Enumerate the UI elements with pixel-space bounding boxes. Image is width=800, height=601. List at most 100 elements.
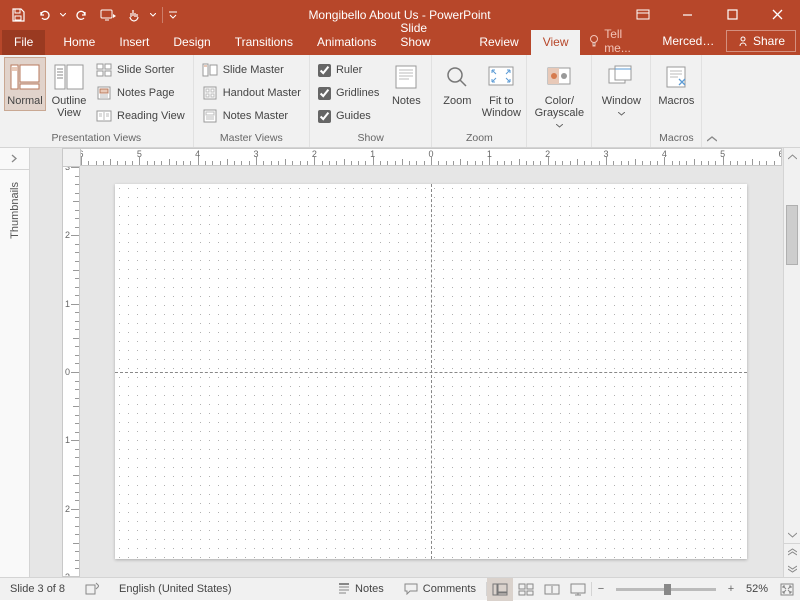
group-label-window bbox=[596, 130, 646, 147]
ribbon-display-icon[interactable] bbox=[620, 0, 665, 29]
slide-master-button[interactable]: Slide Master bbox=[198, 59, 305, 81]
zoom-in-button[interactable]: + bbox=[722, 583, 740, 595]
group-zoom: Zoom Fit to Window Zoom bbox=[432, 55, 527, 147]
share-button[interactable]: Share bbox=[726, 30, 796, 52]
notes-button[interactable]: Notes bbox=[385, 57, 427, 111]
notes-page-label: Notes Page bbox=[117, 87, 174, 99]
tab-file[interactable]: File bbox=[2, 30, 45, 55]
fit-to-window-button[interactable]: Fit to Window bbox=[480, 57, 522, 123]
gridlines-checkbox[interactable]: Gridlines bbox=[314, 82, 383, 104]
language-indicator[interactable]: English (United States) bbox=[109, 583, 242, 595]
tab-transitions[interactable]: Transitions bbox=[223, 30, 305, 55]
gridlines-checkbox-input[interactable] bbox=[318, 87, 331, 100]
group-label-presentation-views: Presentation Views bbox=[4, 130, 189, 147]
ribbon: Normal Outline View Slide Sorter Notes P… bbox=[0, 55, 800, 148]
touch-mode-icon[interactable] bbox=[122, 3, 146, 27]
group-show: Ruler Gridlines Guides Notes Show bbox=[310, 55, 432, 147]
tab-animations[interactable]: Animations bbox=[305, 30, 388, 55]
slide-sorter-label: Slide Sorter bbox=[117, 64, 174, 76]
slide-sorter-button[interactable]: Slide Sorter bbox=[92, 59, 189, 81]
undo-dropdown-icon[interactable] bbox=[58, 3, 68, 27]
scrollbar-thumb[interactable] bbox=[786, 205, 798, 265]
qat-customize-icon[interactable] bbox=[167, 3, 179, 27]
handout-master-button[interactable]: Handout Master bbox=[198, 82, 305, 104]
guides-checkbox[interactable]: Guides bbox=[314, 105, 383, 127]
zoom-button[interactable]: Zoom bbox=[436, 57, 478, 111]
comments-icon bbox=[404, 583, 418, 595]
notes-master-icon bbox=[202, 108, 218, 124]
close-icon[interactable] bbox=[755, 0, 800, 29]
group-color-grayscale: Color/ Grayscale bbox=[527, 55, 592, 147]
normal-view-icon bbox=[9, 61, 41, 93]
collapse-ribbon-icon[interactable] bbox=[702, 55, 722, 147]
zoom-slider-handle[interactable] bbox=[664, 584, 671, 595]
zoom-percentage[interactable]: 52% bbox=[740, 583, 774, 595]
user-name[interactable]: Merced Fl... bbox=[656, 34, 722, 48]
start-from-beginning-icon[interactable] bbox=[96, 3, 120, 27]
scroll-down-icon[interactable] bbox=[784, 526, 800, 543]
tab-review[interactable]: Review bbox=[467, 30, 530, 55]
comments-toggle[interactable]: Comments bbox=[394, 583, 486, 595]
quick-access-toolbar bbox=[0, 3, 179, 27]
macros-label: Macros bbox=[658, 95, 694, 107]
guides-checkbox-input[interactable] bbox=[318, 110, 331, 123]
tab-view[interactable]: View bbox=[531, 30, 581, 55]
horizontal-ruler[interactable]: 6543210123456 bbox=[80, 148, 782, 166]
tab-slide-show[interactable]: Slide Show bbox=[388, 16, 467, 55]
slide-sorter-icon bbox=[96, 62, 112, 78]
notes-master-label: Notes Master bbox=[223, 110, 288, 122]
reading-view-button[interactable]: Reading View bbox=[92, 105, 189, 127]
slide-sorter-status-button[interactable] bbox=[513, 578, 539, 601]
horizontal-guide[interactable] bbox=[115, 372, 747, 373]
notes-icon bbox=[390, 61, 422, 93]
touch-dropdown-icon[interactable] bbox=[148, 3, 158, 27]
undo-icon[interactable] bbox=[32, 3, 56, 27]
outline-view-button[interactable]: Outline View bbox=[48, 57, 90, 123]
notes-toggle[interactable]: Notes bbox=[328, 583, 394, 595]
normal-view-status-button[interactable] bbox=[487, 578, 513, 601]
normal-view-button[interactable]: Normal bbox=[4, 57, 46, 111]
tell-me-search[interactable]: Tell me... bbox=[580, 27, 652, 55]
zoom-icon bbox=[441, 61, 473, 93]
macros-button[interactable]: Macros bbox=[655, 57, 697, 111]
group-label-zoom: Zoom bbox=[436, 130, 522, 147]
vertical-ruler[interactable]: 3210123 bbox=[62, 166, 80, 577]
group-window: Window bbox=[592, 55, 651, 147]
thumbnails-pane: Thumbnails bbox=[0, 148, 30, 577]
slideshow-status-button[interactable] bbox=[565, 578, 591, 601]
zoom-out-button[interactable]: − bbox=[592, 583, 610, 595]
slide-indicator[interactable]: Slide 3 of 8 bbox=[0, 583, 75, 595]
window-button[interactable]: Window bbox=[596, 57, 646, 123]
maximize-icon[interactable] bbox=[710, 0, 755, 29]
thumbnails-expand-icon[interactable] bbox=[0, 148, 29, 170]
ruler-checkbox-input[interactable] bbox=[318, 64, 331, 77]
notes-page-button[interactable]: Notes Page bbox=[92, 82, 189, 104]
slide-canvas[interactable] bbox=[115, 184, 747, 559]
status-bar: Slide 3 of 8 English (United States) Not… bbox=[0, 577, 800, 600]
color-grayscale-label: Color/ Grayscale bbox=[534, 95, 584, 131]
minimize-icon[interactable] bbox=[665, 0, 710, 29]
notes-master-button[interactable]: Notes Master bbox=[198, 105, 305, 127]
notes-label: Notes bbox=[392, 95, 421, 107]
ruler-checkbox[interactable]: Ruler bbox=[314, 59, 383, 81]
next-slide-icon[interactable] bbox=[784, 560, 800, 577]
prev-slide-icon[interactable] bbox=[784, 543, 800, 560]
ruler-corner bbox=[62, 148, 80, 166]
vertical-scrollbar[interactable] bbox=[783, 148, 800, 577]
redo-icon[interactable] bbox=[70, 3, 94, 27]
color-grayscale-button[interactable]: Color/ Grayscale bbox=[531, 57, 587, 135]
spell-check-icon[interactable] bbox=[75, 582, 109, 596]
tab-home[interactable]: Home bbox=[51, 30, 107, 55]
reading-view-status-button[interactable] bbox=[539, 578, 565, 601]
work-area: Thumbnails 6543210123456 3210123 bbox=[0, 148, 800, 577]
zoom-slider[interactable] bbox=[616, 588, 716, 591]
tab-design[interactable]: Design bbox=[161, 30, 222, 55]
outline-view-label: Outline View bbox=[51, 95, 87, 119]
tab-insert[interactable]: Insert bbox=[107, 30, 161, 55]
save-icon[interactable] bbox=[6, 3, 30, 27]
gridlines-label: Gridlines bbox=[336, 87, 379, 99]
outline-view-icon bbox=[53, 61, 85, 93]
scroll-up-icon[interactable] bbox=[784, 148, 800, 165]
fit-to-window-status-button[interactable] bbox=[774, 578, 800, 601]
reading-view-label: Reading View bbox=[117, 110, 185, 122]
